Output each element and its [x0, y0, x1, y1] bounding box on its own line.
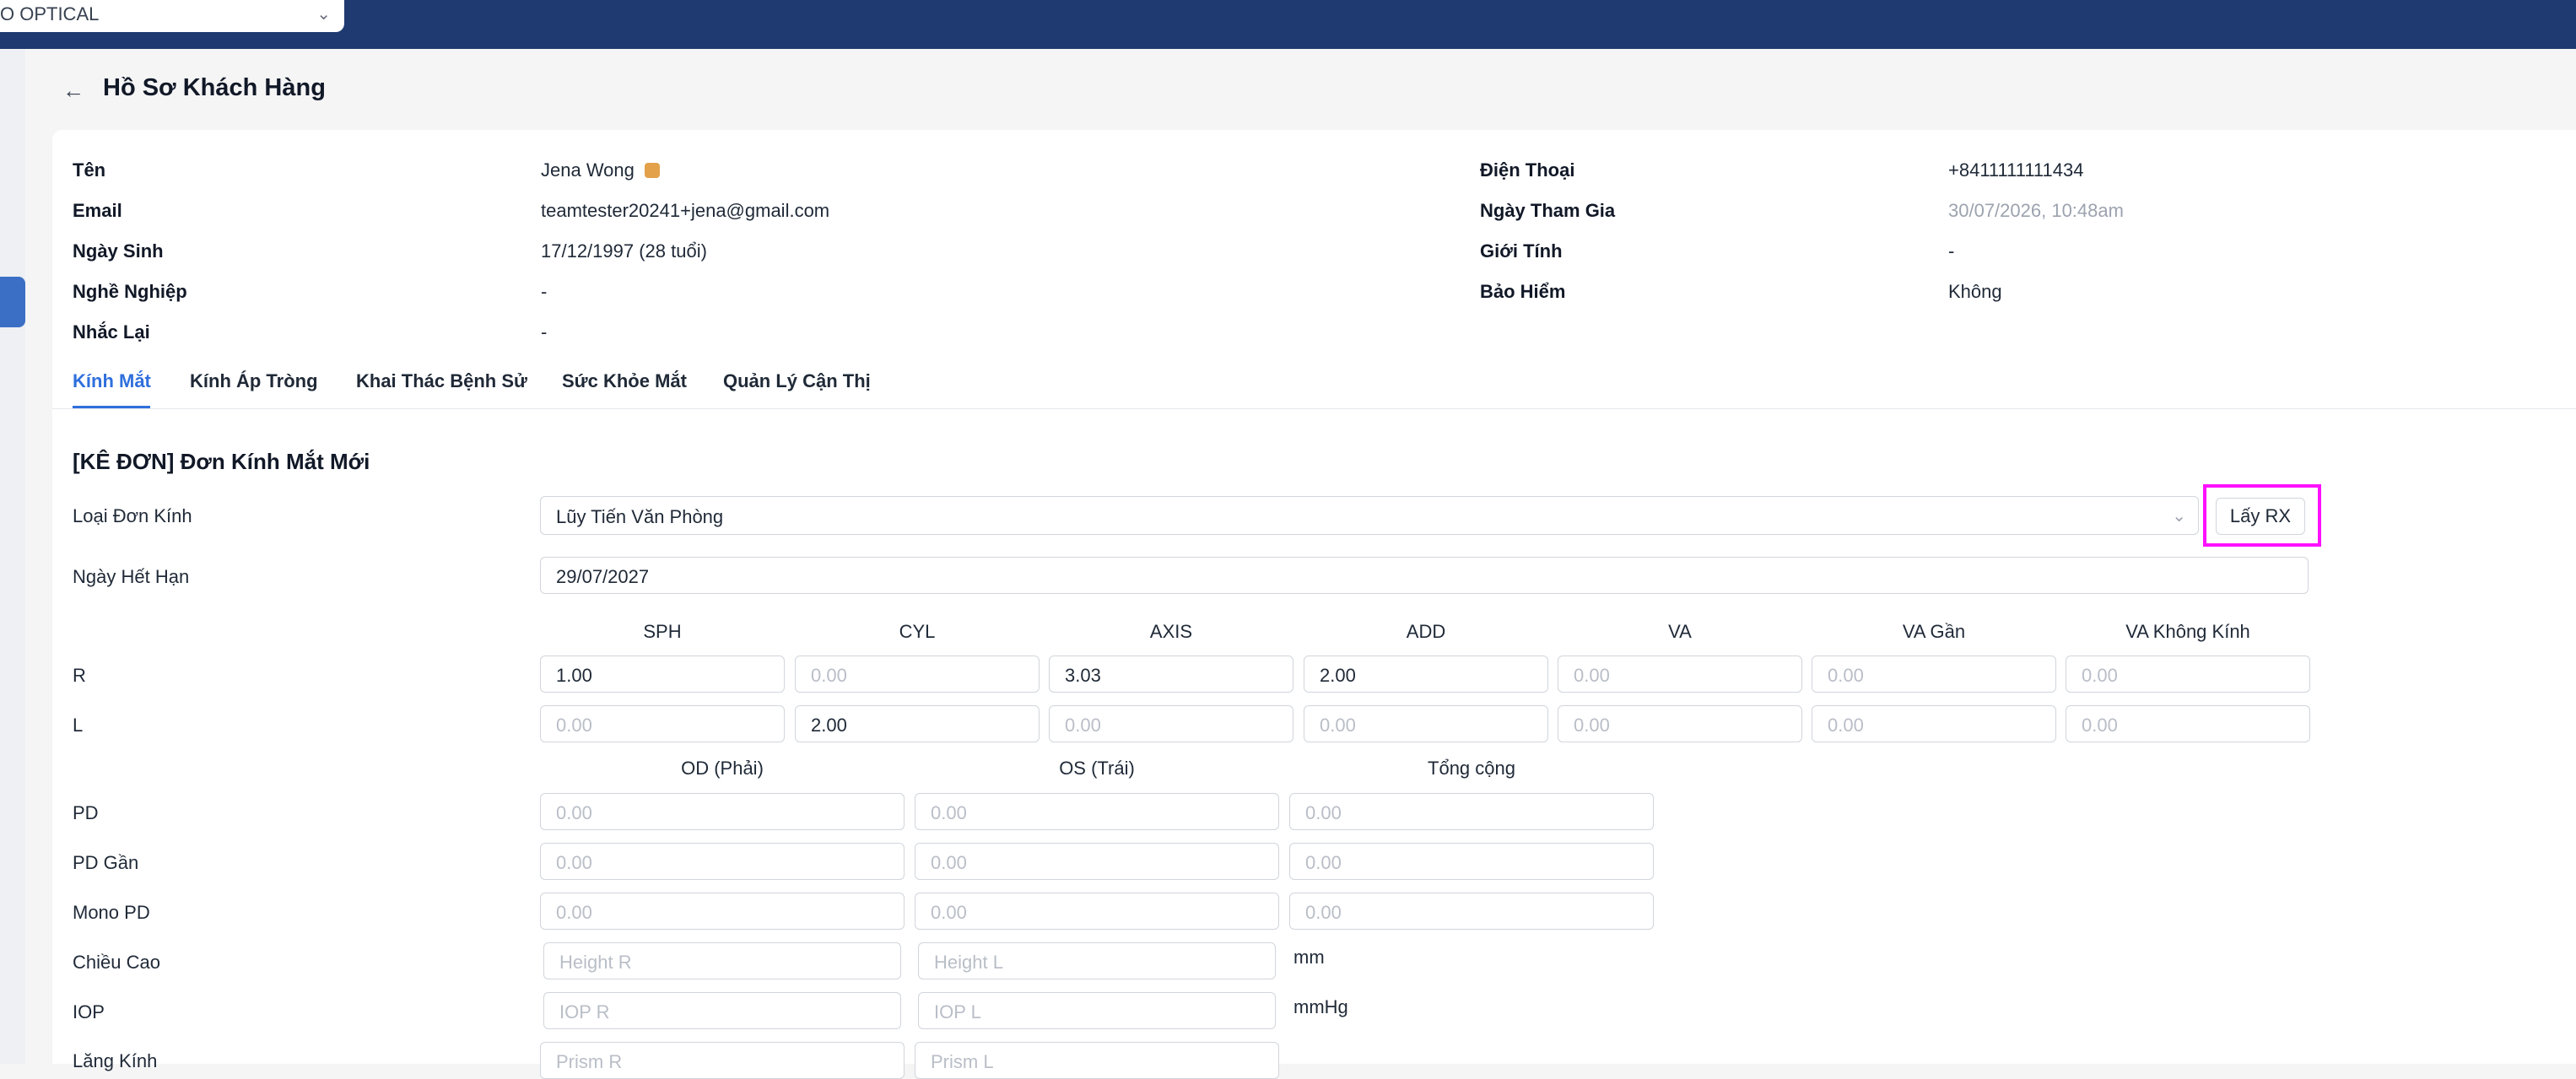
prism-l-input[interactable]: Prism L	[915, 1042, 1279, 1079]
rx-r-sph-input[interactable]: 1.00	[540, 655, 785, 693]
store-selector[interactable]: O OPTICAL ⌄	[0, 0, 344, 32]
phone-label: Điện Thoại	[1480, 159, 1575, 181]
name-label: Tên	[73, 159, 106, 181]
tab-glasses[interactable]: Kính Mắt	[73, 370, 151, 392]
pd-col-total: Tổng cộng	[1428, 758, 1515, 779]
rx-col-va-unaided: VA Không Kính	[2125, 621, 2250, 642]
rx-l-add-input[interactable]: 0.00	[1304, 705, 1548, 742]
chevron-down-icon: ⌄	[2172, 507, 2186, 526]
mono-pd-od-input[interactable]: 0.00	[540, 893, 905, 930]
rx-col-cyl: CYL	[899, 621, 936, 642]
pd-label: PD	[73, 802, 99, 823]
pd-col-od: OD (Phải)	[681, 758, 764, 779]
height-r-input[interactable]: Height R	[543, 942, 901, 979]
back-arrow-icon[interactable]: ←	[59, 76, 88, 105]
sidebar-collapsed	[0, 49, 25, 1064]
rx-r-cyl-input[interactable]: 0.00	[795, 655, 1040, 693]
top-bar	[0, 0, 2576, 49]
height-unit: mm	[1293, 947, 1325, 968]
rx-r-axis-input[interactable]: 3.03	[1049, 655, 1293, 693]
store-name: O OPTICAL	[0, 3, 100, 24]
iop-label: IOP	[73, 1001, 105, 1022]
tabs-divider	[52, 408, 2576, 409]
chevron-down-icon: ⌄	[316, 5, 331, 24]
rx-col-va: VA	[1668, 621, 1692, 642]
insurance-value: Không	[1948, 281, 2002, 302]
form-title: [KÊ ĐƠN] Đơn Kính Mắt Mới	[73, 449, 370, 474]
rx-r-va-near-input[interactable]: 0.00	[1812, 655, 2056, 693]
expiry-date-input[interactable]: 29/07/2027	[540, 557, 2309, 594]
highlight-box	[2203, 484, 2321, 547]
gender-label: Giới Tính	[1480, 240, 1563, 262]
rx-l-va-near-input[interactable]: 0.00	[1812, 705, 2056, 742]
rx-row-r-label: R	[73, 665, 86, 686]
rx-r-va-unaided-input[interactable]: 0.00	[2066, 655, 2310, 693]
phone-value: +8411111111434	[1948, 159, 2084, 181]
rx-r-add-input[interactable]: 2.00	[1304, 655, 1548, 693]
rx-l-va-input[interactable]: 0.00	[1558, 705, 1802, 742]
rx-l-axis-input[interactable]: 0.00	[1049, 705, 1293, 742]
rx-r-va-input[interactable]: 0.00	[1558, 655, 1802, 693]
rx-col-va-near: VA Gần	[1902, 621, 1966, 642]
page-title: Hồ Sơ Khách Hàng	[103, 74, 326, 101]
name-value: Jena Wong	[541, 159, 660, 181]
iop-unit: mmHg	[1293, 996, 1348, 1017]
tab-eye-health[interactable]: Sức Khỏe Mắt	[562, 370, 687, 392]
customer-tag-icon	[644, 163, 660, 178]
pd-near-os-input[interactable]: 0.00	[915, 843, 1279, 880]
rx-l-cyl-input[interactable]: 2.00	[795, 705, 1040, 742]
rx-col-axis: AXIS	[1149, 621, 1193, 642]
dob-label: Ngày Sinh	[73, 240, 164, 262]
rx-l-sph-input[interactable]: 0.00	[540, 705, 785, 742]
mono-pd-os-input[interactable]: 0.00	[915, 893, 1279, 930]
mono-pd-label: Mono PD	[73, 902, 150, 923]
join-date-value: 30/07/2026, 10:48am	[1948, 200, 2124, 221]
email-label: Email	[73, 200, 122, 221]
gender-value: -	[1948, 240, 1955, 262]
iop-r-input[interactable]: IOP R	[543, 992, 901, 1029]
pd-od-input[interactable]: 0.00	[540, 793, 905, 830]
pd-near-label: PD Gần	[73, 852, 139, 873]
pd-os-input[interactable]: 0.00	[915, 793, 1279, 830]
occupation-label: Nghề Nghiệp	[73, 281, 187, 302]
rx-col-sph: SPH	[643, 621, 682, 642]
expiry-label: Ngày Hết Hạn	[73, 566, 190, 587]
tab-medical-history[interactable]: Khai Thác Bệnh Sử	[356, 370, 527, 392]
occupation-value: -	[541, 281, 548, 302]
sidebar-active-indicator[interactable]	[0, 277, 25, 327]
tab-myopia-management[interactable]: Quản Lý Cận Thị	[723, 370, 871, 392]
join-date-label: Ngày Tham Gia	[1480, 200, 1616, 221]
reminder-label: Nhắc Lại	[73, 321, 150, 343]
dob-value: 17/12/1997 (28 tuổi)	[541, 240, 707, 262]
pd-near-od-input[interactable]: 0.00	[540, 843, 905, 880]
lens-type-label: Loại Đơn Kính	[73, 505, 192, 526]
email-value: teamtester20241+jena@gmail.com	[541, 200, 830, 221]
reminder-value: -	[541, 321, 548, 343]
prism-r-input[interactable]: Prism R	[540, 1042, 905, 1079]
insurance-label: Bảo Hiểm	[1480, 281, 1566, 302]
height-l-input[interactable]: Height L	[918, 942, 1276, 979]
tab-contact-lens[interactable]: Kính Áp Tròng	[190, 370, 318, 392]
pd-near-total-input[interactable]: 0.00	[1289, 843, 1654, 880]
lens-type-select[interactable]: Lũy Tiến Văn Phòng ⌄	[540, 496, 2199, 535]
rx-col-add: ADD	[1406, 621, 1446, 642]
height-label: Chiều Cao	[73, 952, 160, 973]
lens-type-value: Lũy Tiến Văn Phòng	[556, 506, 724, 527]
iop-l-input[interactable]: IOP L	[918, 992, 1276, 1029]
pd-col-os: OS (Trái)	[1059, 758, 1135, 779]
mono-pd-total-input[interactable]: 0.00	[1289, 893, 1654, 930]
prism-label: Lăng Kính	[73, 1050, 158, 1071]
rx-l-va-unaided-input[interactable]: 0.00	[2066, 705, 2310, 742]
pd-total-input[interactable]: 0.00	[1289, 793, 1654, 830]
rx-row-l-label: L	[73, 715, 84, 736]
